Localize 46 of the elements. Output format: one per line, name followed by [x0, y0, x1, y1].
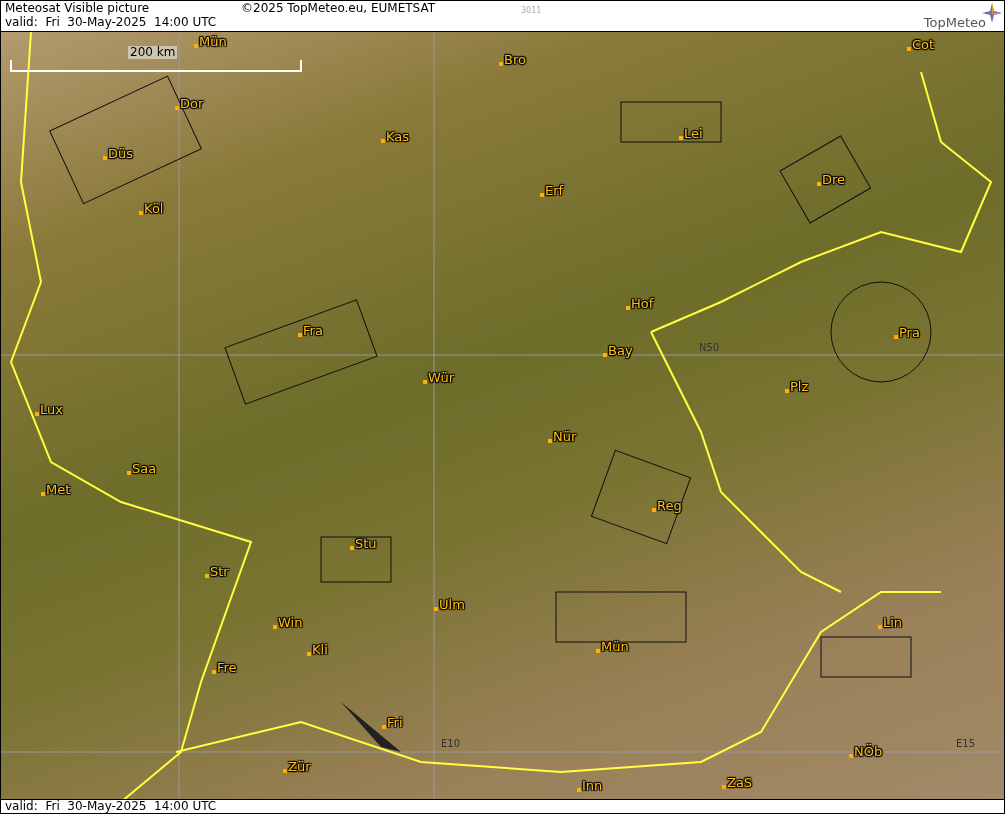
city-label: Kli	[311, 642, 328, 658]
grid-label: E15	[956, 738, 976, 749]
city-label: ZaS	[726, 775, 753, 791]
city-label: Köl	[143, 201, 164, 217]
city-label: Fre	[216, 660, 237, 676]
city-label: Bay	[607, 343, 633, 359]
city-label: NÖb	[853, 744, 883, 760]
city-label: Mün	[198, 34, 227, 50]
city-label: Düs	[107, 146, 134, 162]
city-label: Mün	[600, 639, 629, 655]
city-label: Zür	[287, 759, 311, 775]
city-label: Cot	[911, 37, 935, 53]
city-label: Lux	[39, 402, 63, 418]
city-label: Stu	[354, 536, 377, 552]
copyright-text: ©2025 TopMeteo.eu, EUMETSAT	[241, 1, 437, 17]
city-label: Wür	[427, 370, 454, 386]
city-label: Hof	[630, 296, 654, 312]
city-label: Saa	[131, 461, 157, 477]
city-label: Met	[45, 482, 71, 498]
city-label: Inn	[581, 778, 603, 794]
city-label: Lei	[683, 126, 703, 142]
city-label: Erf	[544, 183, 564, 199]
city-label: Fra	[302, 323, 323, 339]
city-label: Ulm	[438, 597, 465, 613]
city-label: Plz	[789, 379, 809, 395]
city-label: Pra	[898, 325, 920, 341]
grid-label: N50	[699, 342, 720, 353]
valid-time: valid: Fri 30-May-2025 14:00 UTC	[5, 799, 217, 813]
grid-label: E10	[441, 738, 461, 749]
city-label: Dor	[179, 96, 204, 112]
logo-text: TopMeteo	[923, 15, 986, 30]
lake-shape	[341, 702, 401, 752]
city-label: Str	[209, 564, 229, 580]
city-label: Win	[277, 615, 303, 631]
city-label: Kas	[385, 129, 410, 145]
scale-label: 200 km	[128, 46, 178, 59]
airspace-outline	[320, 536, 392, 583]
valid-time: valid: Fri 30-May-2025 14:00 UTC	[5, 15, 218, 29]
city-label: Reg	[656, 498, 682, 514]
map-title: Meteosat Visible picture	[5, 1, 151, 15]
image-code: 3011	[521, 6, 542, 17]
city-label: Lin	[882, 615, 903, 631]
city-label: Nür	[552, 429, 577, 445]
city-label: Fri	[386, 715, 403, 731]
city-label: Bro	[503, 52, 526, 68]
city-label: Dre	[821, 172, 846, 188]
